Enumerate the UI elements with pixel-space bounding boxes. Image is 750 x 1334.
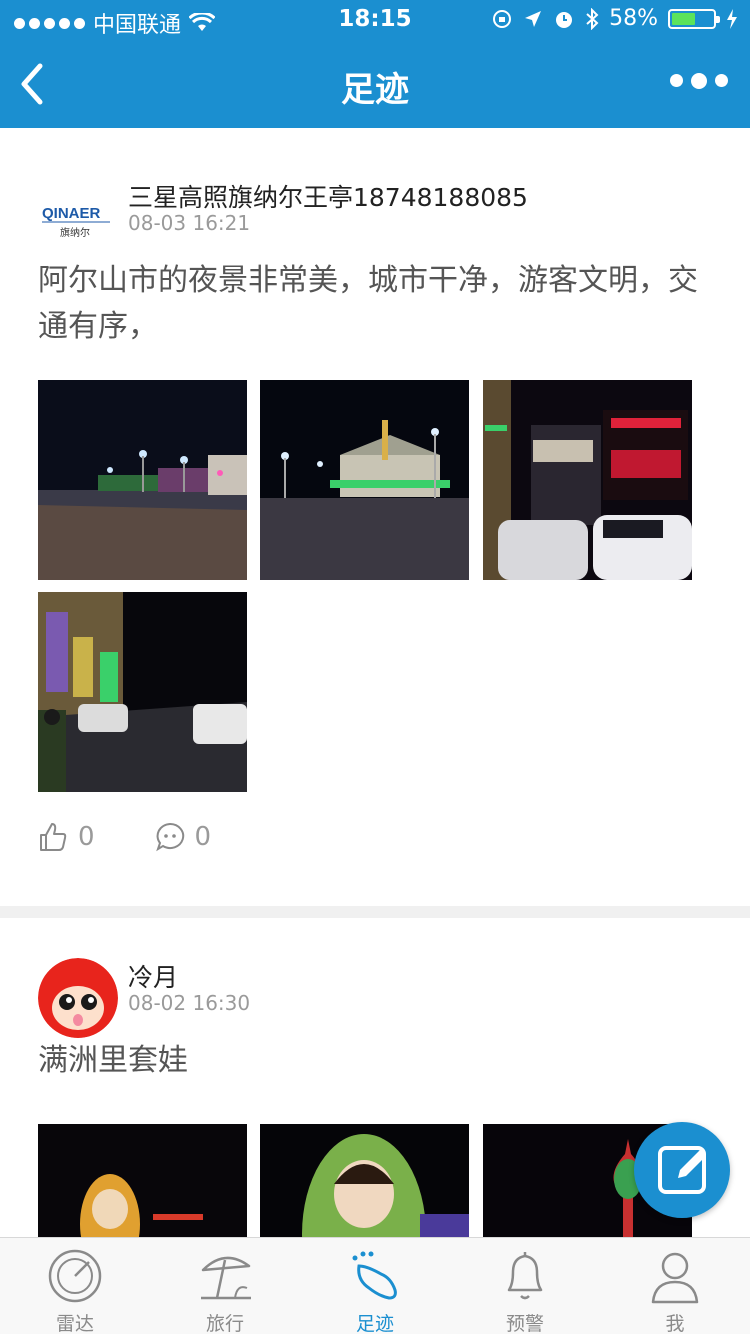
more-dots-icon (670, 74, 683, 87)
matryoshka-photo (38, 1124, 247, 1248)
battery-percent: 58% (609, 6, 658, 31)
edit-icon (658, 1146, 706, 1194)
qinaer-logo: QINAER 旗纳尔 (42, 205, 110, 239)
post-photo[interactable] (260, 1124, 469, 1248)
post-text: 阿尔山市的夜景非常美，城市干净，游客文明，交通有序， (38, 263, 698, 344)
tab-label: 足迹 (355, 1313, 394, 1334)
tab-label: 旅行 (205, 1313, 244, 1334)
like-count: 0 (78, 822, 95, 852)
avatar[interactable]: QINAER 旗纳尔 (38, 180, 118, 260)
comment-button[interactable]: 0 (155, 822, 212, 852)
comment-count: 0 (194, 822, 212, 852)
more-button[interactable] (670, 73, 728, 89)
tab-radar[interactable]: 雷达 (0, 1238, 150, 1334)
post-username[interactable]: 三星高照旗纳尔王亭18748188085 (128, 178, 528, 214)
user-icon (651, 1252, 699, 1304)
charging-icon (727, 8, 737, 29)
post-photo[interactable] (38, 380, 247, 580)
night-square-photo (260, 380, 469, 580)
post-photo[interactable] (38, 1124, 247, 1248)
post-time: 08-02 16:30 (128, 991, 251, 1015)
comment-bubble-icon (155, 822, 184, 852)
like-button[interactable]: 0 (38, 822, 95, 852)
tab-label: 雷达 (55, 1313, 94, 1334)
tab-label: 预警 (505, 1313, 544, 1334)
night-road-photo (38, 592, 247, 792)
thumbs-up-icon (40, 823, 67, 851)
cartoon-avatar (38, 958, 118, 1038)
tab-alert[interactable]: 预警 (450, 1238, 600, 1334)
night-storefront-photo (483, 380, 692, 580)
rotation-lock-icon (493, 9, 512, 28)
navigation-bar: 足迹 (0, 40, 750, 128)
avatar[interactable] (38, 958, 118, 1038)
post-actions: 0 0 (38, 822, 211, 852)
post-username[interactable]: 冷月 (128, 958, 178, 994)
post-card: QINAER 旗纳尔 三星高照旗纳尔王亭18748188085 08-03 16… (0, 128, 750, 906)
post-photo[interactable] (483, 380, 692, 580)
svg-text:旗纳尔: 旗纳尔 (60, 226, 90, 239)
matryoshka-large-photo (260, 1124, 469, 1248)
compose-button[interactable] (634, 1122, 730, 1218)
post-photo[interactable] (38, 592, 247, 792)
status-bar: 中国联通 18:15 58% (0, 0, 750, 40)
tab-label: 我 (665, 1313, 685, 1334)
battery-icon (668, 8, 720, 29)
post-photo[interactable] (260, 380, 469, 580)
tab-footprint[interactable]: 足迹 (300, 1238, 450, 1334)
tab-bar: 雷达 旅行 足迹 预警 我 (0, 1237, 750, 1334)
radar-icon (48, 1249, 102, 1303)
beach-umbrella-icon (201, 1256, 251, 1300)
status-right: 58% (491, 6, 738, 31)
location-arrow-icon (525, 10, 542, 27)
tab-me[interactable]: 我 (600, 1238, 750, 1334)
tab-travel[interactable]: 旅行 (150, 1238, 300, 1334)
top-bar: 中国联通 18:15 58% 足迹 (0, 0, 750, 128)
bell-icon (507, 1252, 543, 1300)
post-time: 08-03 16:21 (128, 211, 251, 235)
footprint-icon (352, 1251, 397, 1300)
night-street-photo (38, 380, 247, 580)
bluetooth-icon (586, 7, 599, 30)
alarm-icon (556, 11, 573, 28)
post-text: 满洲里套娃 (38, 1043, 188, 1078)
svg-text:QINAER: QINAER (42, 205, 101, 222)
page-title: 足迹 (341, 70, 409, 110)
feed: QINAER 旗纳尔 三星高照旗纳尔王亭18748188085 08-03 16… (0, 128, 750, 1248)
